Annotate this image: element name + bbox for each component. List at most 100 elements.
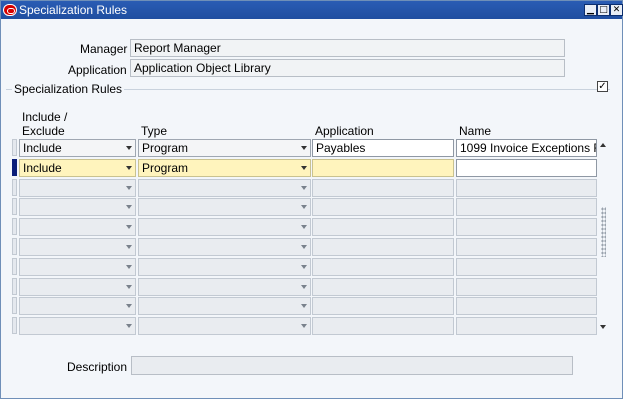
description-field[interactable] [131, 356, 573, 375]
dropdown-arrow-icon[interactable] [126, 205, 132, 209]
specialization-rules-window: Specialization Rules ▁ □ ✕ Manager Repor… [0, 0, 623, 399]
cell-name[interactable] [456, 238, 597, 256]
cell-type[interactable] [138, 297, 311, 315]
dropdown-arrow-icon[interactable] [126, 324, 132, 328]
cell-name[interactable] [456, 179, 597, 197]
section-title: Specialization Rules [12, 82, 125, 96]
dropdown-arrow-icon[interactable] [126, 304, 132, 308]
cell-type[interactable]: Program [138, 139, 311, 157]
cell-text: Payables [316, 141, 366, 155]
record-indicator[interactable] [12, 278, 17, 295]
dropdown-arrow-icon[interactable] [301, 285, 307, 289]
dropdown-arrow-icon[interactable] [301, 225, 307, 229]
dropdown-arrow-icon[interactable] [301, 245, 307, 249]
cell-application[interactable] [312, 159, 454, 177]
cell-type[interactable]: Program [138, 159, 311, 177]
maximize-icon[interactable]: □ [597, 4, 610, 16]
cell-name[interactable] [456, 297, 597, 315]
cell-include[interactable] [19, 198, 136, 216]
description-label: Description [67, 360, 128, 374]
record-indicator[interactable] [12, 238, 17, 255]
column-header-application: Application [315, 124, 374, 138]
record-indicator[interactable] [12, 159, 17, 176]
dropdown-arrow-icon[interactable] [126, 146, 132, 150]
minimize-icon[interactable]: ▁ [584, 4, 597, 16]
cell-include[interactable]: Include [19, 139, 136, 157]
dropdown-arrow-icon[interactable] [301, 265, 307, 269]
cell-application[interactable] [312, 238, 454, 256]
table-row [12, 197, 598, 216]
cell-name[interactable] [456, 159, 597, 177]
dropdown-arrow-icon[interactable] [126, 265, 132, 269]
cell-application[interactable]: Payables [312, 139, 454, 157]
cell-include[interactable] [19, 278, 136, 296]
table-row: Include Program Payables 1099 Invoice Excep… [12, 138, 598, 157]
cell-text: Program [142, 141, 189, 155]
scroll-down-icon[interactable] [598, 321, 609, 333]
cell-application[interactable] [312, 278, 454, 296]
cell-type[interactable] [138, 218, 311, 236]
cell-application[interactable] [312, 297, 454, 315]
record-indicator[interactable] [12, 297, 17, 314]
window-title: Specialization Rules [19, 3, 128, 17]
cell-name[interactable] [456, 278, 597, 296]
oracle-icon [3, 4, 17, 16]
cell-name[interactable]: 1099 Invoice Exceptions Rep [456, 139, 597, 157]
table-scrollbar[interactable] [598, 139, 609, 333]
cell-include[interactable] [19, 238, 136, 256]
dropdown-arrow-icon[interactable] [126, 166, 132, 170]
table-row [12, 277, 598, 296]
dropdown-arrow-icon[interactable] [301, 146, 307, 150]
section-checkbox[interactable]: ✓ [597, 81, 608, 92]
column-header-include-exclude: Include / Exclude [22, 110, 68, 138]
manager-field[interactable]: Report Manager [130, 39, 565, 57]
cell-type[interactable] [138, 238, 311, 256]
cell-name[interactable] [456, 258, 597, 276]
table-row [12, 296, 598, 315]
cell-name[interactable] [456, 317, 597, 335]
dropdown-arrow-icon[interactable] [301, 304, 307, 308]
cell-type[interactable] [138, 179, 311, 197]
record-indicator[interactable] [12, 258, 17, 275]
cell-include[interactable] [19, 258, 136, 276]
dropdown-arrow-icon[interactable] [301, 324, 307, 328]
record-indicator[interactable] [12, 139, 17, 156]
table-row [12, 257, 598, 276]
cell-include[interactable]: Include [19, 159, 136, 177]
column-header-name: Name [459, 124, 492, 138]
cell-name[interactable] [456, 218, 597, 236]
dropdown-arrow-icon[interactable] [126, 186, 132, 190]
scroll-thumb[interactable] [601, 207, 606, 257]
dropdown-arrow-icon[interactable] [301, 186, 307, 190]
record-indicator[interactable] [12, 179, 17, 196]
dropdown-arrow-icon[interactable] [126, 245, 132, 249]
scroll-up-icon[interactable] [598, 139, 609, 151]
dropdown-arrow-icon[interactable] [126, 285, 132, 289]
table-row: Include Program [12, 158, 598, 177]
cell-application[interactable] [312, 198, 454, 216]
cell-include[interactable] [19, 297, 136, 315]
close-icon[interactable]: ✕ [610, 4, 623, 16]
record-indicator[interactable] [12, 198, 17, 215]
manager-label: Manager [80, 42, 128, 56]
application-field[interactable]: Application Object Library [130, 59, 565, 77]
cell-include[interactable] [19, 317, 136, 335]
cell-include[interactable] [19, 179, 136, 197]
cell-include[interactable] [19, 218, 136, 236]
cell-type[interactable] [138, 198, 311, 216]
cell-application[interactable] [312, 258, 454, 276]
cell-application[interactable] [312, 317, 454, 335]
table-row [12, 217, 598, 236]
cell-type[interactable] [138, 278, 311, 296]
cell-application[interactable] [312, 179, 454, 197]
dropdown-arrow-icon[interactable] [301, 205, 307, 209]
record-indicator[interactable] [12, 317, 17, 334]
table-row [12, 178, 598, 197]
cell-application[interactable] [312, 218, 454, 236]
cell-name[interactable] [456, 198, 597, 216]
cell-type[interactable] [138, 258, 311, 276]
record-indicator[interactable] [12, 218, 17, 235]
dropdown-arrow-icon[interactable] [126, 225, 132, 229]
cell-type[interactable] [138, 317, 311, 335]
dropdown-arrow-icon[interactable] [301, 166, 307, 170]
